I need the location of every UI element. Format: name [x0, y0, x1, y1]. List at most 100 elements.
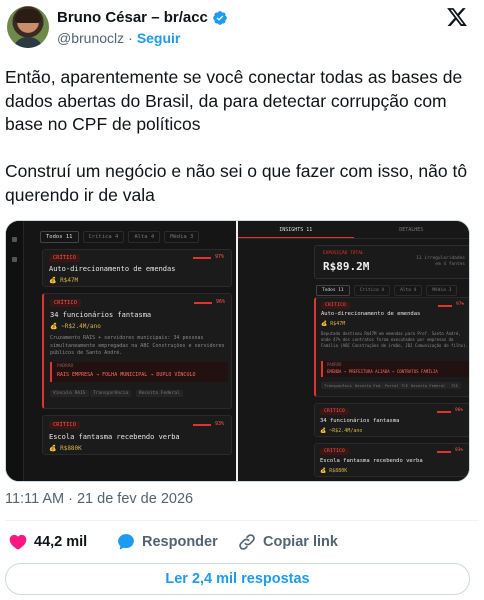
score-bar	[437, 411, 451, 413]
like-button[interactable]: 44,2 mil	[8, 532, 87, 552]
pattern-text: RAIS EMPRESA → FOLHA MUNICIPAL → DUPLO V…	[57, 372, 196, 378]
severity-badge: CRÍTICO	[320, 448, 350, 455]
name-row: Bruno César – br/acc	[57, 9, 228, 26]
avatar[interactable]	[7, 6, 49, 48]
tab-insights[interactable]: INSIGHTS 11	[238, 221, 354, 238]
panel-tabs: INSIGHTS 11 DETALHES	[238, 221, 469, 239]
divider	[5, 520, 479, 521]
severity-badge: CRÍTICO	[321, 302, 351, 309]
filter-tab[interactable]: Média 3	[164, 231, 200, 243]
insight-card[interactable]: CRÍTICO 93% Escola fantasma recebendo ve…	[42, 415, 232, 455]
read-replies-button[interactable]: Ler 2,4 mil respostas	[5, 563, 470, 595]
pattern-text: EMENDA → PREFEITURA ALIADA → CONTRATOS F…	[327, 369, 438, 374]
card-amount: 💰 R$880K	[320, 468, 348, 474]
link-icon	[239, 534, 255, 550]
score-bar	[438, 305, 452, 307]
pattern-box: PADRÃO EMENDA → PREFEITURA ALIADA → CONT…	[321, 361, 469, 377]
filter-tab[interactable]: Alta 4	[128, 231, 161, 243]
tweet-timestamp[interactable]: 11:11 AM · 21 de fev de 2026	[5, 491, 193, 507]
copy-link-action[interactable]: Copiar link	[237, 532, 338, 552]
source-chip: Portal TCE	[382, 382, 411, 389]
score-bar	[437, 451, 451, 453]
reply-label: Responder	[142, 534, 218, 550]
sidebar-icon	[12, 237, 17, 242]
tab-details[interactable]: DETALHES	[354, 221, 470, 238]
score-value: 97%	[456, 302, 465, 307]
tweet-text: Então, aparentemente se você conectar to…	[5, 67, 468, 205]
irregularities-count: 11 irregularidades em 4 fontes	[416, 256, 465, 268]
source-chip: Receita Federal	[136, 390, 183, 397]
sidebar-icon	[12, 257, 17, 262]
amount-value: ~R$2.4M/ano	[61, 323, 101, 330]
source-chip: Receita Federal	[408, 382, 449, 389]
filter-tab[interactable]: Crítica 4	[353, 285, 391, 296]
follow-button[interactable]: Seguir	[137, 30, 181, 46]
score-bar	[193, 424, 211, 426]
pattern-box: PADRÃO RAIS EMPRESA → FOLHA MUNICIPAL → …	[50, 362, 228, 382]
score-value: 96%	[216, 299, 226, 305]
source-chip: Transparência	[90, 390, 132, 397]
insight-card[interactable]: CRÍTICO 93% Escola fantasma recebendo ve…	[314, 443, 469, 477]
author-handle[interactable]: @brunoclz	[57, 30, 124, 46]
pattern-header: PADRÃO	[57, 364, 74, 369]
score-value: 96%	[455, 408, 464, 413]
amount-value: R$880K	[60, 445, 82, 452]
total-label: EXPOSIÇÃO TOTAL	[323, 251, 364, 256]
total-value: R$89.2M	[323, 260, 370, 273]
card-amount: 💰 ~R$2.4M/ano	[320, 428, 363, 434]
tweet-media[interactable]: Todos 11 Crítica 4 Alta 4 Média 3 CRÍTIC…	[5, 220, 470, 482]
filter-tab[interactable]: Média 3	[426, 285, 458, 296]
card-amount: 💰 ~R$2.4M/ano	[50, 323, 101, 330]
severity-badge: CRÍTICO	[49, 254, 81, 262]
action-bar: 44,2 mil Responder Copiar link	[0, 524, 484, 560]
reply-bubble-icon	[118, 534, 134, 550]
insight-card-expanded[interactable]: CRÍTICO 96% 34 funcionários fantasma 💰 ~…	[42, 293, 232, 409]
source-chip: TSE	[448, 382, 461, 389]
card-title: Escola fantasma recebendo verba	[320, 458, 423, 464]
amount-value: ~R$2.4M/ano	[329, 428, 363, 434]
source-chip: Receita Fed.	[352, 382, 386, 389]
pattern-header: PADRÃO	[327, 362, 342, 367]
card-title: Auto-direcionamento de emendas	[49, 265, 176, 273]
card-title: Escola fantasma recebendo verba	[49, 433, 180, 441]
media-image-left[interactable]: Todos 11 Crítica 4 Alta 4 Média 3 CRÍTIC…	[6, 221, 238, 481]
filter-tabs-right: Todos 11 Crítica 4 Alta 4 Média 3	[316, 285, 458, 296]
heart-icon	[9, 534, 27, 550]
card-amount: 💰 R$47M	[321, 321, 346, 327]
insight-card[interactable]: CRÍTICO 96% 34 funcionários fantasma 💰 ~…	[314, 403, 469, 437]
card-amount: 💰 R$880K	[49, 445, 82, 452]
filter-tab[interactable]: Todos 11	[40, 231, 79, 243]
amount-value: R$880K	[329, 468, 348, 474]
filter-tabs: Todos 11 Crítica 4 Alta 4 Média 3	[40, 231, 200, 243]
avatar-hair	[15, 9, 41, 23]
filter-tab[interactable]: Todos 11	[316, 285, 350, 296]
verified-badge-icon	[213, 10, 227, 25]
card-description: Cruzamento RAIS + servidores municipais:…	[50, 335, 225, 356]
reply-action[interactable]: Responder	[116, 532, 218, 552]
insight-card-expanded[interactable]: CRÍTICO 97% Auto-direcionamento de emend…	[314, 297, 469, 397]
irregularities-sub: em 4 fontes	[435, 262, 465, 267]
source-chip: Vínculo RAIS	[50, 390, 89, 397]
severity-badge: CRÍTICO	[320, 408, 350, 415]
card-title: Auto-direcionamento de emendas	[321, 311, 421, 317]
amount-value: R$47M	[330, 321, 346, 327]
x-logo-icon[interactable]	[446, 6, 468, 28]
filter-tab[interactable]: Alta 4	[394, 285, 423, 296]
score-bar	[194, 302, 212, 304]
avatar-shirt	[13, 37, 43, 48]
filter-tab[interactable]: Crítica 4	[82, 231, 125, 243]
score-value: 93%	[455, 448, 464, 453]
media-image-right[interactable]: INSIGHTS 11 DETALHES EXPOSIÇÃO TOTAL R$8…	[238, 221, 469, 481]
like-count: 44,2 mil	[34, 534, 88, 550]
amount-value: R$47M	[60, 277, 79, 284]
card-description: Deputado destinou R$47M em emendas para …	[321, 331, 468, 348]
score-value: 97%	[215, 254, 225, 260]
score-value: 93%	[215, 421, 225, 427]
author-name[interactable]: Bruno César – br/acc	[57, 9, 208, 26]
severity-badge: CRÍTICO	[50, 299, 82, 307]
severity-badge: CRÍTICO	[49, 421, 81, 429]
insight-card[interactable]: CRÍTICO 97% Auto-direcionamento de emend…	[42, 249, 232, 287]
total-exposure-box: EXPOSIÇÃO TOTAL R$89.2M 11 irregularidad…	[314, 245, 469, 279]
card-title: 34 funcionários fantasma	[50, 311, 152, 319]
copy-link-label: Copiar link	[263, 534, 338, 550]
